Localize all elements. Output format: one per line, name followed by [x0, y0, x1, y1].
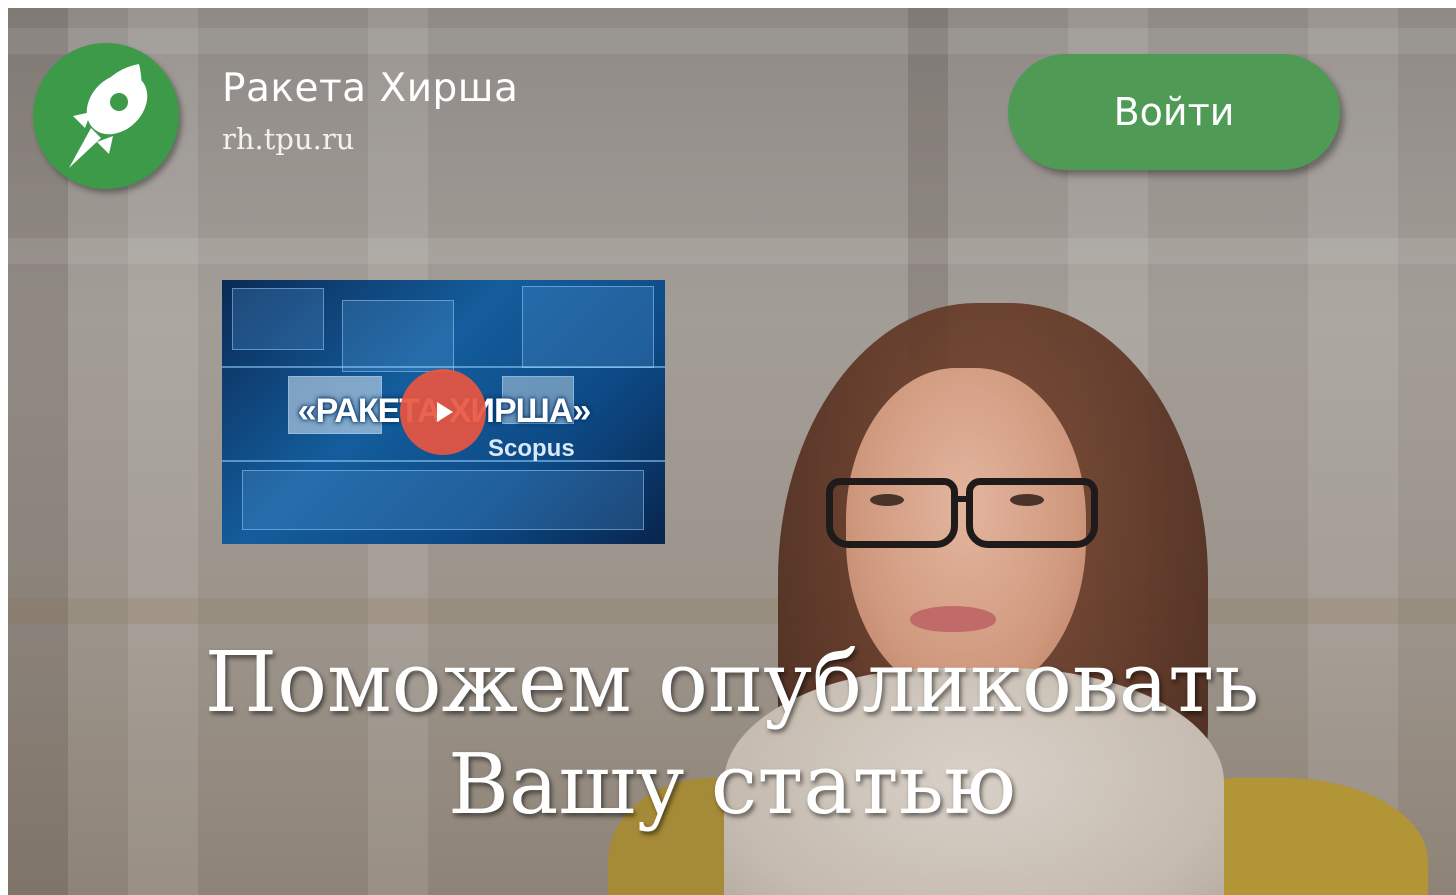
- video-panel: [232, 288, 324, 350]
- person-lips: [910, 606, 996, 632]
- brand-name: Ракета Хирша: [222, 66, 519, 111]
- logo[interactable]: [33, 43, 179, 189]
- video-line: [222, 460, 665, 462]
- glasses-lens: [966, 478, 1098, 548]
- video-line: [222, 366, 665, 368]
- play-button[interactable]: [400, 369, 486, 455]
- video-panel: [342, 300, 454, 372]
- rocket-icon: [69, 64, 148, 168]
- building-cornice: [8, 238, 1456, 264]
- play-icon: [437, 402, 453, 422]
- building-cornice: [8, 598, 1456, 624]
- headline-line-1: Поможем опубликовать: [204, 634, 1260, 731]
- video-panel: [242, 470, 644, 530]
- glasses-lens: [826, 478, 958, 548]
- glasses-bridge: [952, 496, 968, 502]
- headline-line-2: Вашу статью: [447, 736, 1017, 833]
- video-subtitle: Scopus: [488, 435, 575, 462]
- login-button[interactable]: Войти: [1008, 54, 1340, 170]
- brand-url[interactable]: rh.tpu.ru: [222, 122, 354, 156]
- building-cornice: [8, 28, 1456, 54]
- video-panel: [522, 286, 654, 368]
- hero-headline: Поможем опубликовать Вашу статью: [8, 632, 1456, 836]
